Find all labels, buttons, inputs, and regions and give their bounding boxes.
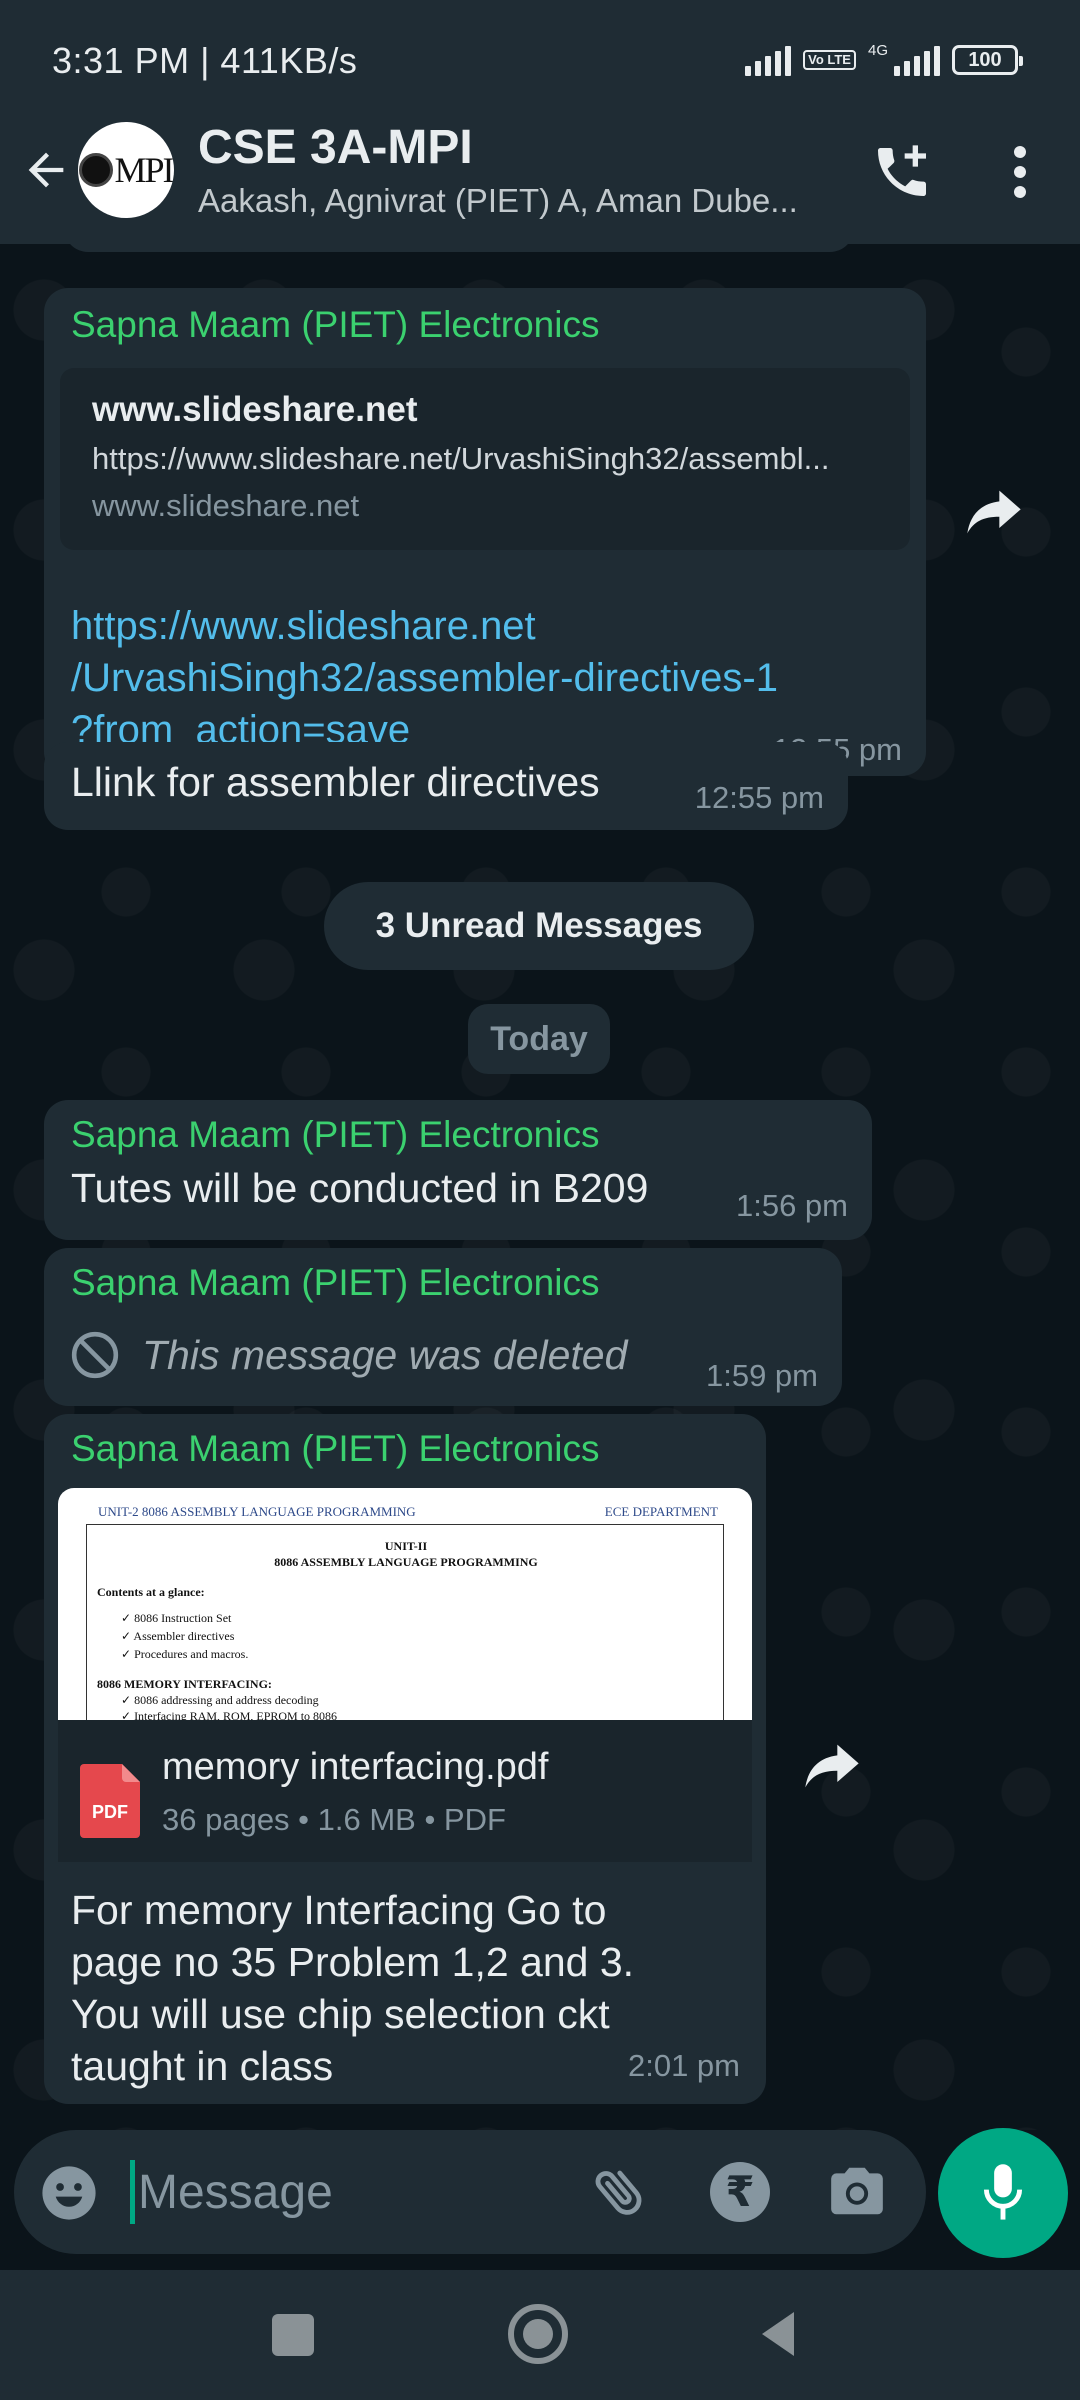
battery-icon: 100 <box>952 45 1023 75</box>
signal-icon-2 <box>894 44 940 76</box>
nav-back-icon[interactable] <box>758 2310 798 2358</box>
forward-icon[interactable] <box>800 1738 864 1794</box>
network-type: 4G <box>867 41 888 59</box>
document-file-name: memory interfacing.pdf <box>162 1746 549 1788</box>
avatar-logo: MPI <box>79 149 174 191</box>
recents-button[interactable] <box>272 2314 314 2356</box>
document-caption: For memory Interfacing Go to page no 35 … <box>71 1887 635 2089</box>
sender-name[interactable]: Sapna Maam (PIET) Electronics <box>71 1114 599 1156</box>
svg-text:PDF: PDF <box>92 1802 128 1822</box>
message-time: 2:01 pm <box>627 2048 740 2083</box>
add-call-icon[interactable] <box>870 140 934 204</box>
document-info-bar[interactable]: PDF memory interfacing.pdf 36 pages • 1.… <box>58 1720 752 1862</box>
document-meta: 36 pages • 1.6 MB • PDF <box>162 1802 506 1837</box>
link-preview-title: www.slideshare.net <box>92 390 418 429</box>
blocked-icon <box>71 1331 119 1379</box>
sender-name[interactable]: Sapna Maam (PIET) Electronics <box>71 304 599 346</box>
date-divider: Today <box>468 1004 610 1074</box>
message-text: Llink for assembler directives <box>71 759 600 805</box>
deleted-message-text: This message was deleted <box>142 1331 628 1378</box>
home-button[interactable] <box>508 2304 568 2364</box>
link-preview-card[interactable]: www.slideshare.net https://www.slideshar… <box>60 368 910 550</box>
doc-thumb-header: UNIT-2 8086 ASSEMBLY LANGUAGE PROGRAMMIN… <box>98 1504 718 1519</box>
message-bubble-link[interactable]: Sapna Maam (PIET) Electronics www.slides… <box>44 288 926 776</box>
message-text: Tutes will be conducted in B209 <box>71 1165 649 1211</box>
document-thumbnail[interactable]: UNIT-2 8086 ASSEMBLY LANGUAGE PROGRAMMIN… <box>58 1488 752 1720</box>
chat-title[interactable]: CSE 3A-MPI <box>198 120 473 175</box>
doc-thumb-page: UNIT-II 8086 ASSEMBLY LANGUAGE PROGRAMMI… <box>86 1524 724 1720</box>
message-bubble-deleted[interactable]: Sapna Maam (PIET) Electronics This messa… <box>44 1248 842 1406</box>
sender-name[interactable]: Sapna Maam (PIET) Electronics <box>71 1428 599 1470</box>
link-preview-domain: www.slideshare.net <box>92 488 360 523</box>
signal-icon <box>745 44 792 76</box>
more-vert-icon[interactable] <box>1000 144 1040 200</box>
rupee-icon[interactable]: ₹ <box>710 2162 770 2222</box>
back-arrow-icon[interactable] <box>20 144 72 196</box>
message-input[interactable] <box>138 2152 578 2232</box>
status-time: 3:31 PM | 411KB/s <box>52 40 358 81</box>
emoji-icon[interactable] <box>40 2164 98 2222</box>
text-cursor <box>130 2160 135 2224</box>
sender-name[interactable]: Sapna Maam (PIET) Electronics <box>71 1262 599 1304</box>
system-nav-bar <box>0 2270 1080 2400</box>
status-icons: Vo LTE 4G 100 <box>745 40 1023 80</box>
chat-participants[interactable]: Aakash, Agnivrat (PIET) A, Aman Dube... <box>198 182 838 220</box>
status-bar: 3:31 PM | 411KB/s Vo LTE 4G 100 <box>0 0 1080 120</box>
mic-icon <box>983 2164 1023 2220</box>
pdf-file-icon: PDF <box>80 1764 140 1838</box>
message-bubble-text[interactable]: Sapna Maam (PIET) Electronics Tutes will… <box>44 1100 872 1240</box>
chat-header: MPI CSE 3A-MPI Aakash, Agnivrat (PIET) A… <box>0 120 1080 244</box>
message-time: 12:55 pm <box>694 780 824 815</box>
previous-message-bubble <box>64 244 854 252</box>
chat-messages-area[interactable]: Sapna Maam (PIET) Electronics www.slides… <box>0 244 1080 2130</box>
mic-button[interactable] <box>938 2128 1068 2258</box>
group-avatar[interactable]: MPI <box>78 122 174 218</box>
message-bubble-document[interactable]: Sapna Maam (PIET) Electronics UNIT-2 808… <box>44 1414 766 2104</box>
message-composer: ₹ <box>14 2130 926 2254</box>
forward-icon[interactable] <box>962 484 1026 540</box>
attach-icon[interactable] <box>588 2160 652 2224</box>
camera-icon[interactable] <box>826 2160 888 2222</box>
deleted-row: This message was deleted <box>70 1330 627 1380</box>
message-bubble-text[interactable]: Llink for assembler directives 12:55 pm <box>44 742 848 830</box>
unread-messages-divider: 3 Unread Messages <box>324 882 754 970</box>
link-preview-description: https://www.slideshare.net/UrvashiSingh3… <box>92 441 830 476</box>
message-time: 1:56 pm <box>735 1188 848 1223</box>
message-time: 1:59 pm <box>705 1358 818 1393</box>
volte-icon: Vo LTE <box>803 50 856 70</box>
